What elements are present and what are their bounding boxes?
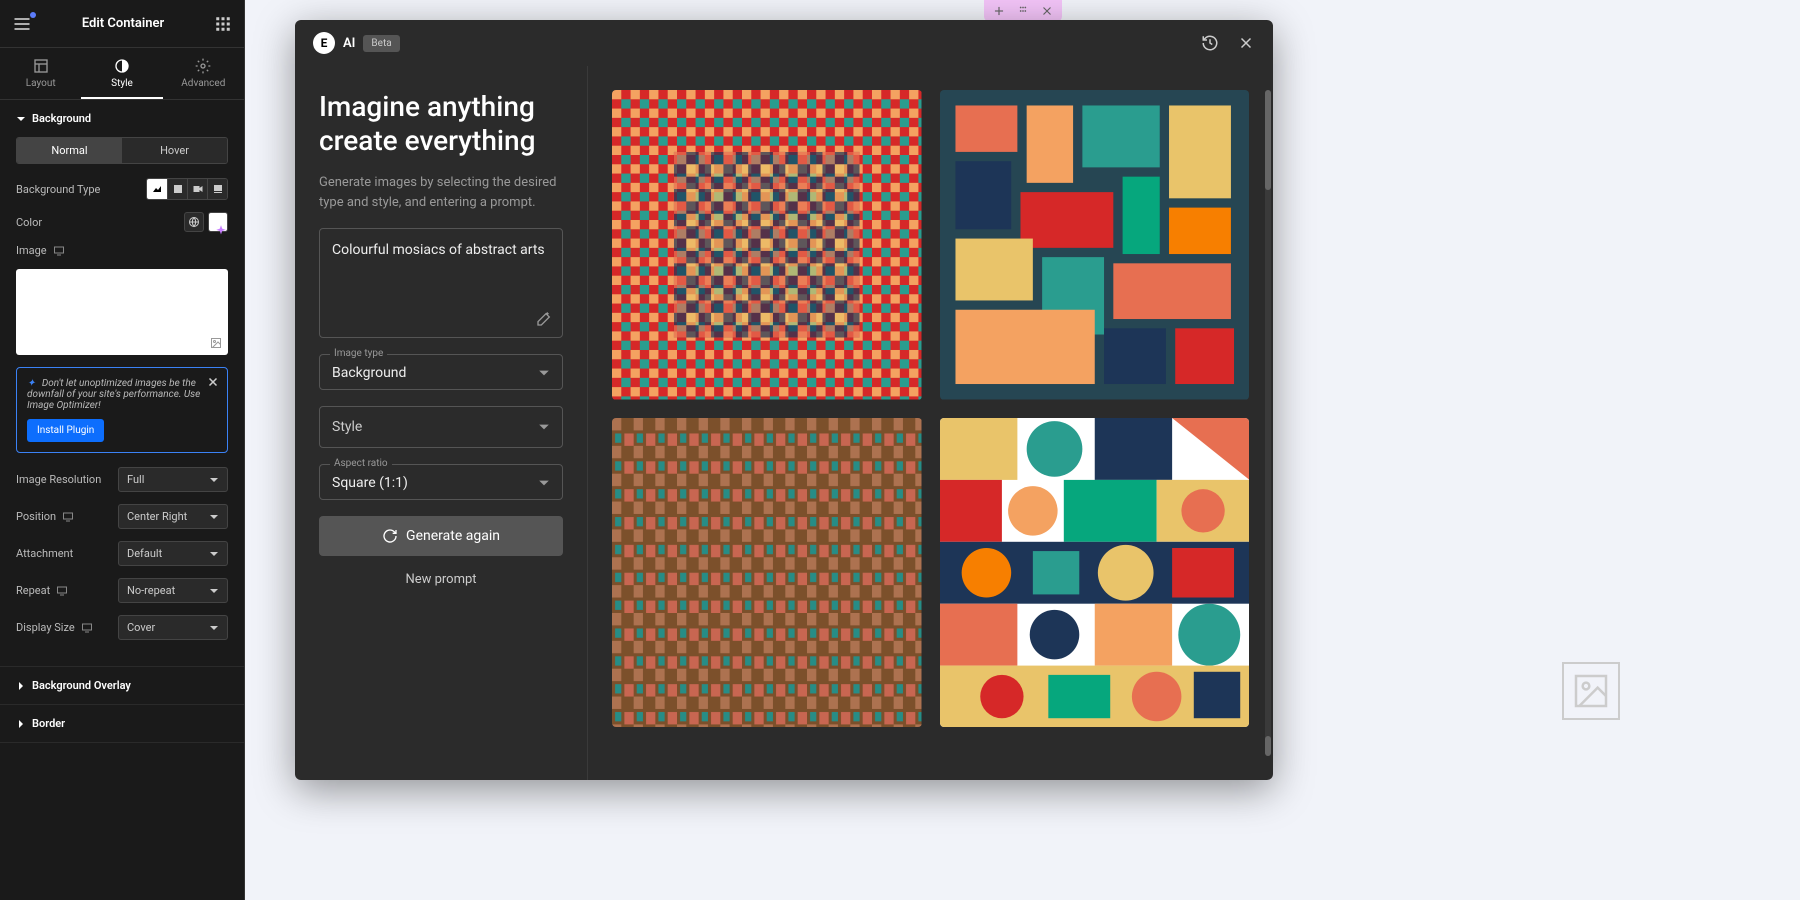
bg-type-gradient[interactable] (167, 179, 187, 199)
optimizer-tip: ✦ Don't let unoptimized images be the do… (16, 367, 228, 453)
ai-results (588, 66, 1273, 780)
img-res-select[interactable]: Full (118, 467, 228, 492)
ai-prompt-panel: Imagine anything create everything Gener… (295, 66, 588, 780)
state-normal[interactable]: Normal (17, 138, 122, 163)
ai-subtitle: Generate images by selecting the desired… (319, 173, 563, 212)
repeat-select[interactable]: No-repeat (118, 578, 228, 603)
bg-type-video[interactable] (187, 179, 207, 199)
section-background: Background Normal Hover Background Type (0, 100, 244, 667)
section-background-header[interactable]: Background (0, 100, 244, 137)
result-image[interactable] (940, 90, 1250, 400)
editor-canvas: E AI Beta Imagine anything create everyt… (245, 0, 1800, 900)
color-global[interactable] (184, 212, 204, 232)
hamburger-icon[interactable] (12, 14, 32, 34)
repeat-label: Repeat (16, 584, 68, 597)
image-label: Image (16, 244, 65, 257)
attachment-select[interactable]: Default (118, 541, 228, 566)
close-icon[interactable] (1040, 4, 1054, 18)
sidebar-body: Background Normal Hover Background Type (0, 100, 244, 900)
section-toolbar (984, 0, 1062, 22)
result-image[interactable] (940, 418, 1250, 728)
sidebar-header: Edit Container (0, 0, 244, 48)
img-res-label: Image Resolution (16, 473, 101, 486)
prompt-input-wrap (319, 228, 563, 338)
apps-icon[interactable] (214, 15, 232, 33)
drag-icon[interactable] (1016, 4, 1030, 18)
notification-dot (30, 12, 36, 18)
attachment-label: Attachment (16, 547, 73, 560)
editor-sidebar: Edit Container Layout Style Advanced Bac… (0, 0, 245, 900)
bg-type-label: Background Type (16, 183, 100, 196)
result-image[interactable] (612, 90, 922, 400)
bg-type-slideshow[interactable] (207, 179, 227, 199)
enhance-icon[interactable] (536, 311, 552, 327)
history-icon[interactable] (1201, 34, 1219, 52)
ai-logo-icon: E (313, 32, 335, 54)
tab-layout[interactable]: Layout (0, 48, 81, 99)
bg-type-picker (146, 178, 228, 200)
close-icon[interactable] (1237, 34, 1255, 52)
style-select[interactable]: Style (319, 406, 563, 448)
beta-badge: Beta (363, 35, 399, 52)
generate-button[interactable]: Generate again (319, 516, 563, 556)
ai-label: AI (343, 36, 355, 51)
section-bg-overlay-header[interactable]: Background Overlay (0, 667, 244, 704)
bg-type-classic[interactable] (147, 179, 167, 199)
ai-panel: E AI Beta Imagine anything create everyt… (295, 20, 1273, 780)
aspect-ratio-select[interactable]: Aspect ratio Square (1:1) (319, 464, 563, 500)
lightbulb-icon: ✦ (27, 378, 35, 389)
ai-sparkle-icon[interactable] (214, 224, 228, 238)
display-size-label: Display Size (16, 621, 93, 634)
image-type-select[interactable]: Image type Background (319, 354, 563, 390)
scrollbar[interactable] (1265, 90, 1271, 756)
image-placeholder-icon (1562, 662, 1620, 720)
section-border-header[interactable]: Border (0, 705, 244, 742)
state-hover[interactable]: Hover (122, 138, 227, 163)
new-prompt-button[interactable]: New prompt (319, 572, 563, 587)
position-select[interactable]: Center Right (118, 504, 228, 529)
tab-style[interactable]: Style (81, 48, 162, 99)
position-label: Position (16, 510, 74, 523)
tab-advanced[interactable]: Advanced (163, 48, 244, 99)
state-segmented: Normal Hover (16, 137, 228, 164)
ai-title: Imagine anything create everything (319, 90, 563, 157)
result-image[interactable] (612, 418, 922, 728)
color-label: Color (16, 216, 42, 229)
prompt-input[interactable] (332, 241, 550, 280)
install-plugin-button[interactable]: Install Plugin (27, 419, 104, 442)
close-icon[interactable] (207, 376, 219, 388)
sidebar-tabs: Layout Style Advanced (0, 48, 244, 100)
image-upload[interactable] (16, 269, 228, 355)
add-icon[interactable] (992, 4, 1006, 18)
display-size-select[interactable]: Cover (118, 615, 228, 640)
refresh-icon (382, 528, 398, 544)
sidebar-title: Edit Container (32, 16, 214, 31)
